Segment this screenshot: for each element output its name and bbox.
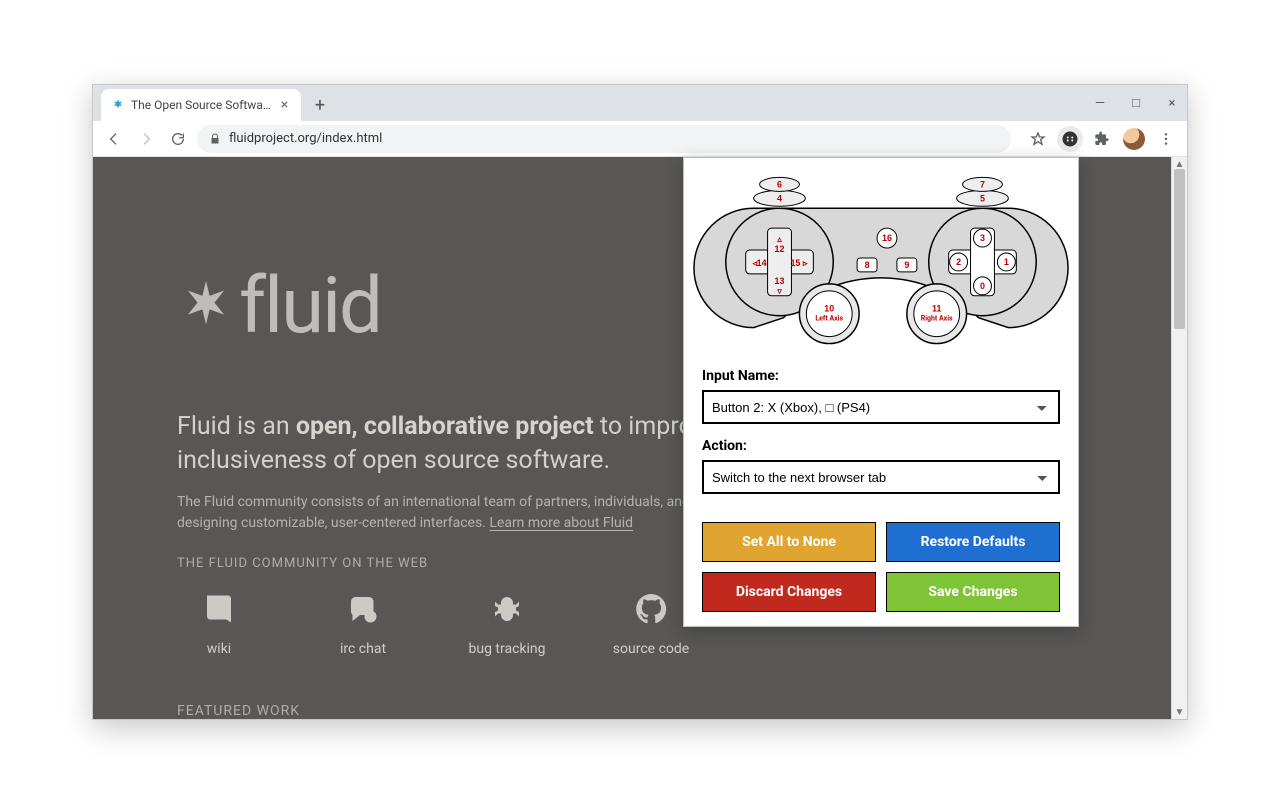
- shoulder-5: 5: [980, 193, 985, 203]
- minimize-icon[interactable]: —: [1091, 96, 1109, 111]
- address-input[interactable]: fluidproject.org/index.html: [197, 125, 1011, 153]
- new-tab-button[interactable]: +: [307, 92, 333, 118]
- close-window-icon[interactable]: ×: [1163, 96, 1181, 111]
- dpad-up-num: 12: [775, 244, 785, 254]
- dpad-right-num: 15: [790, 258, 800, 268]
- back-icon[interactable]: [101, 126, 127, 152]
- gamepad-extension-icon[interactable]: [1057, 126, 1083, 152]
- tab-close-icon[interactable]: ×: [278, 98, 291, 112]
- featured-heading: FEATURED WORK: [177, 703, 1171, 719]
- browser-tab[interactable]: The Open Source Software Comm ×: [101, 89, 301, 121]
- shoulder-4: 4: [777, 193, 782, 203]
- trigger-7: 7: [980, 179, 985, 189]
- kebab-menu-icon[interactable]: [1153, 126, 1179, 152]
- logo-text: fluid: [239, 261, 381, 352]
- scrollbar[interactable]: ▲ ▼: [1171, 157, 1187, 719]
- face-button-3: 3: [980, 233, 985, 243]
- extensions-puzzle-icon[interactable]: [1089, 126, 1115, 152]
- chat-icon: [345, 591, 381, 627]
- tab-strip: The Open Source Software Comm × + — □ ×: [93, 85, 1187, 121]
- source-link[interactable]: source code: [609, 591, 693, 657]
- dpad-right-label: ▹: [802, 258, 808, 268]
- irc-link[interactable]: irc chat: [321, 591, 405, 657]
- bookmark-star-icon[interactable]: [1025, 126, 1051, 152]
- window-controls: — □ ×: [1091, 85, 1181, 121]
- gamepad-diagram: ▵ 12 13 ▿ ◃ 14 15 ▹ 3 2 1 0: [684, 158, 1078, 356]
- url-text: fluidproject.org/index.html: [229, 131, 382, 146]
- profile-avatar-icon[interactable]: [1121, 126, 1147, 152]
- bug-link[interactable]: bug tracking: [465, 591, 549, 657]
- restore-defaults-button[interactable]: Restore Defaults: [886, 522, 1060, 562]
- headline-bold: open, collaborative project: [296, 412, 594, 441]
- toolbar-icons: [1017, 126, 1179, 152]
- wiki-label: wiki: [207, 641, 231, 657]
- popup-buttons: Set All to None Restore Defaults Discard…: [702, 522, 1060, 612]
- face-button-1: 1: [1004, 257, 1009, 267]
- tab-favicon-icon: [111, 98, 125, 112]
- bug-label: bug tracking: [469, 641, 546, 657]
- set-all-none-button[interactable]: Set All to None: [702, 522, 876, 562]
- scroll-down-icon[interactable]: ▼: [1172, 705, 1187, 719]
- center-button-8: 8: [865, 260, 870, 270]
- wiki-link[interactable]: wiki: [177, 591, 261, 657]
- github-icon: [633, 591, 669, 627]
- input-name-select[interactable]: Button 2: X (Xbox), □ (PS4): [702, 390, 1060, 424]
- face-button-2: 2: [956, 257, 961, 267]
- maximize-icon[interactable]: □: [1127, 95, 1145, 111]
- discard-changes-button[interactable]: Discard Changes: [702, 572, 876, 612]
- scroll-thumb[interactable]: [1174, 169, 1185, 329]
- irc-label: irc chat: [340, 641, 386, 657]
- stick-left-label: Left Axis: [815, 315, 843, 323]
- asterisk-logo-icon: [177, 276, 235, 338]
- book-icon: [201, 591, 237, 627]
- stick-right-label: Right Axis: [921, 315, 953, 323]
- trigger-6: 6: [777, 179, 782, 189]
- center-button-9: 9: [904, 260, 909, 270]
- dpad-left-num: 14: [757, 258, 767, 268]
- browser-window: The Open Source Software Comm × + — □ × …: [92, 84, 1188, 720]
- dpad-up-label: ▵: [776, 234, 782, 244]
- dpad-down-label: ▿: [776, 286, 782, 296]
- popup-form: Input Name: Button 2: X (Xbox), □ (PS4) …: [684, 356, 1078, 612]
- save-changes-button[interactable]: Save Changes: [886, 572, 1060, 612]
- reload-icon[interactable]: [165, 126, 191, 152]
- address-bar: fluidproject.org/index.html: [93, 121, 1187, 157]
- stick-right-num: 11: [932, 304, 941, 314]
- headline-prefix: Fluid is an: [177, 412, 296, 441]
- gamepad-extension-popup: ▵ 12 13 ▿ ◃ 14 15 ▹ 3 2 1 0: [683, 157, 1079, 627]
- bug-icon: [489, 591, 525, 627]
- center-button-16: 16: [882, 233, 892, 243]
- action-select[interactable]: Switch to the next browser tab: [702, 460, 1060, 494]
- dpad-down-num: 13: [775, 276, 785, 286]
- source-label: source code: [613, 641, 689, 657]
- learn-more-link[interactable]: Learn more about Fluid: [489, 515, 633, 531]
- face-button-0: 0: [980, 281, 985, 291]
- action-label: Action:: [702, 438, 1060, 454]
- stick-left-num: 10: [824, 304, 834, 314]
- tab-title: The Open Source Software Comm: [131, 98, 272, 112]
- forward-icon[interactable]: [133, 126, 159, 152]
- input-name-label: Input Name:: [702, 368, 1060, 384]
- lock-icon: [209, 133, 221, 145]
